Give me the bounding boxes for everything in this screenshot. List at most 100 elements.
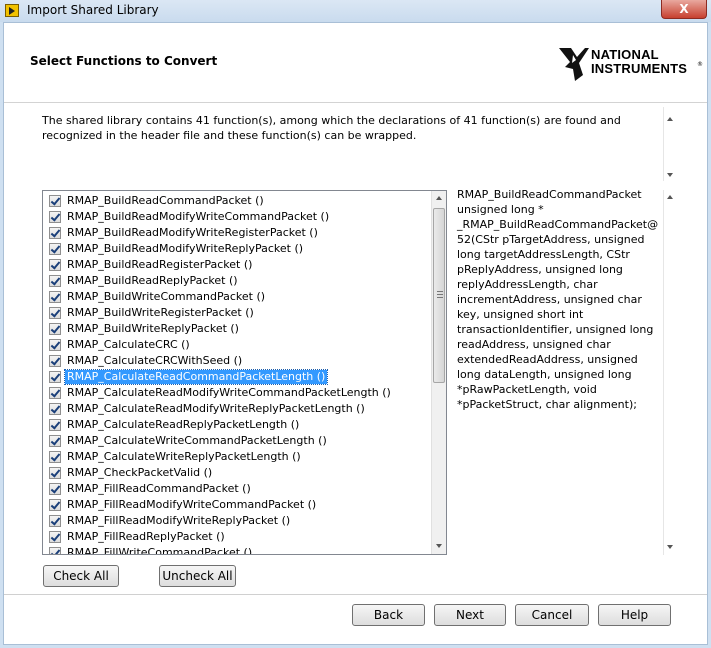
function-name: RMAP_CheckPacketValid () <box>67 466 213 479</box>
function-list-item[interactable]: RMAP_CalculateReadCommandPacketLength () <box>43 369 431 385</box>
function-name: RMAP_CalculateWriteCommandPacketLength (… <box>67 434 327 447</box>
function-name: RMAP_BuildReadReplyPacket () <box>67 274 238 287</box>
window-titlebar: Import Shared Library X <box>0 0 711 22</box>
ni-registered-mark: ® <box>697 61 703 68</box>
function-checkbox[interactable] <box>49 467 61 479</box>
function-checkbox[interactable] <box>49 323 61 335</box>
function-name: RMAP_BuildReadModifyWriteRegisterPacket … <box>67 226 318 239</box>
prototype-scrollbar[interactable] <box>663 190 677 555</box>
function-name: RMAP_FillReadCommandPacket () <box>67 482 251 495</box>
function-list-item[interactable]: RMAP_CalculateWriteReplyPacketLength () <box>43 449 431 465</box>
list-scroll-thumb[interactable] <box>433 208 445 383</box>
check-all-button[interactable]: Check All <box>43 565 119 587</box>
scroll-up-arrow-icon[interactable] <box>667 117 673 121</box>
function-checkbox[interactable] <box>49 307 61 319</box>
help-button[interactable]: Help <box>598 604 671 626</box>
function-list-item[interactable]: RMAP_FillReadModifyWriteCommandPacket () <box>43 497 431 513</box>
function-checkbox[interactable] <box>49 451 61 463</box>
function-name: RMAP_BuildWriteRegisterPacket () <box>67 306 254 319</box>
function-checkbox[interactable] <box>49 211 61 223</box>
function-checkbox[interactable] <box>49 435 61 447</box>
function-name: RMAP_CalculateCRC () <box>67 338 190 351</box>
function-checkbox[interactable] <box>49 419 61 431</box>
function-list-item[interactable]: RMAP_BuildWriteCommandPacket () <box>43 289 431 305</box>
function-list-item[interactable]: RMAP_BuildReadCommandPacket () <box>43 193 431 209</box>
function-list-item[interactable]: RMAP_CalculateReadModifyWriteReplyPacket… <box>43 401 431 417</box>
function-name: RMAP_CalculateReadCommandPacketLength () <box>63 369 329 385</box>
function-checkbox[interactable] <box>49 355 61 367</box>
function-list-item[interactable]: RMAP_BuildReadModifyWriteReplyPacket () <box>43 241 431 257</box>
window-title: Import Shared Library <box>27 3 159 17</box>
function-list-item[interactable]: RMAP_FillReadCommandPacket () <box>43 481 431 497</box>
scroll-down-arrow-icon[interactable] <box>667 173 673 177</box>
function-checkbox[interactable] <box>49 547 61 554</box>
function-checkbox[interactable] <box>49 291 61 303</box>
list-scroll-up-arrow-icon[interactable] <box>436 196 442 200</box>
function-checkbox[interactable] <box>49 403 61 415</box>
function-list-item[interactable]: RMAP_BuildWriteRegisterPacket () <box>43 305 431 321</box>
function-checkbox[interactable] <box>49 483 61 495</box>
function-list-item[interactable]: RMAP_FillWriteCommandPacket () <box>43 545 431 554</box>
function-list-item[interactable]: RMAP_CalculateReadModifyWriteCommandPack… <box>43 385 431 401</box>
function-list-item[interactable]: RMAP_FillReadReplyPacket () <box>43 529 431 545</box>
ni-logo-line-2: INSTRUMENTS <box>591 61 688 76</box>
page-title: Select Functions to Convert <box>30 54 218 68</box>
function-list-item[interactable]: RMAP_CheckPacketValid () <box>43 465 431 481</box>
description-text: The shared library contains 41 function(… <box>42 114 621 142</box>
function-list-item[interactable]: RMAP_BuildReadRegisterPacket () <box>43 257 431 273</box>
function-name: RMAP_BuildWriteCommandPacket () <box>67 290 266 303</box>
function-checkbox[interactable] <box>49 515 61 527</box>
function-list-item[interactable]: RMAP_CalculateReadReplyPacketLength () <box>43 417 431 433</box>
function-prototype-text: RMAP_BuildReadCommandPacket unsigned lon… <box>457 188 659 411</box>
function-checkbox[interactable] <box>49 387 61 399</box>
ni-logo: NATIONAL INSTRUMENTS ® <box>557 45 703 85</box>
function-list-item[interactable]: RMAP_CalculateCRC () <box>43 337 431 353</box>
function-name: RMAP_FillReadModifyWriteCommandPacket () <box>67 498 317 511</box>
function-checkbox[interactable] <box>49 275 61 287</box>
function-checkbox[interactable] <box>49 371 61 383</box>
function-list-item[interactable]: RMAP_CalculateCRCWithSeed () <box>43 353 431 369</box>
function-name: RMAP_BuildReadCommandPacket () <box>67 194 264 207</box>
function-name: RMAP_BuildReadRegisterPacket () <box>67 258 253 271</box>
function-name: RMAP_CalculateReadModifyWriteReplyPacket… <box>67 402 365 415</box>
prototype-scroll-down-arrow-icon[interactable] <box>667 545 673 549</box>
function-checkbox[interactable] <box>49 227 61 239</box>
next-button[interactable]: Next <box>434 604 506 626</box>
labview-app-icon <box>5 4 19 17</box>
function-name: RMAP_BuildReadModifyWriteReplyPacket () <box>67 242 304 255</box>
function-name: RMAP_FillReadModifyWriteReplyPacket () <box>67 514 291 527</box>
function-name: RMAP_CalculateWriteReplyPacketLength () <box>67 450 301 463</box>
function-checkbox[interactable] <box>49 259 61 271</box>
function-checkbox[interactable] <box>49 339 61 351</box>
list-scroll-down-arrow-icon[interactable] <box>436 544 442 548</box>
function-list-item[interactable]: RMAP_FillReadModifyWriteReplyPacket () <box>43 513 431 529</box>
function-list-item[interactable]: RMAP_BuildWriteReplyPacket () <box>43 321 431 337</box>
function-checkbox[interactable] <box>49 243 61 255</box>
function-name: RMAP_CalculateReadReplyPacketLength () <box>67 418 300 431</box>
window-close-button[interactable]: X <box>661 0 707 19</box>
back-button[interactable]: Back <box>352 604 425 626</box>
function-checkbox[interactable] <box>49 499 61 511</box>
function-name: RMAP_FillReadReplyPacket () <box>67 530 225 543</box>
function-listbox[interactable]: RMAP_BuildReadCommandPacket () RMAP_Build… <box>42 190 447 555</box>
function-list-item[interactable]: RMAP_BuildReadModifyWriteRegisterPacket … <box>43 225 431 241</box>
wizard-content: The shared library contains 41 function(… <box>4 104 707 594</box>
function-list-item[interactable]: RMAP_CalculateWriteCommandPacketLength (… <box>43 433 431 449</box>
wizard-header: Select Functions to Convert NATIONAL INS… <box>4 23 707 103</box>
prototype-scroll-up-arrow-icon[interactable] <box>667 195 673 199</box>
function-list-item[interactable]: RMAP_BuildReadReplyPacket () <box>43 273 431 289</box>
function-name: RMAP_BuildWriteReplyPacket () <box>67 322 239 335</box>
scroll-grip-icon <box>437 291 443 298</box>
ni-logo-line-1: NATIONAL <box>591 47 659 62</box>
function-list-item[interactable]: RMAP_BuildReadModifyWriteCommandPacket (… <box>43 209 431 225</box>
dialog-body: Select Functions to Convert NATIONAL INS… <box>3 22 708 645</box>
function-name: RMAP_CalculateCRCWithSeed () <box>67 354 243 367</box>
function-list-scrollbar[interactable] <box>431 191 446 554</box>
function-name: RMAP_BuildReadModifyWriteCommandPacket (… <box>67 210 330 223</box>
description-scrollbar[interactable] <box>663 107 677 181</box>
function-checkbox[interactable] <box>49 195 61 207</box>
ni-eagle-icon <box>559 48 589 81</box>
function-checkbox[interactable] <box>49 531 61 543</box>
cancel-button[interactable]: Cancel <box>515 604 589 626</box>
uncheck-all-button[interactable]: Uncheck All <box>159 565 236 587</box>
